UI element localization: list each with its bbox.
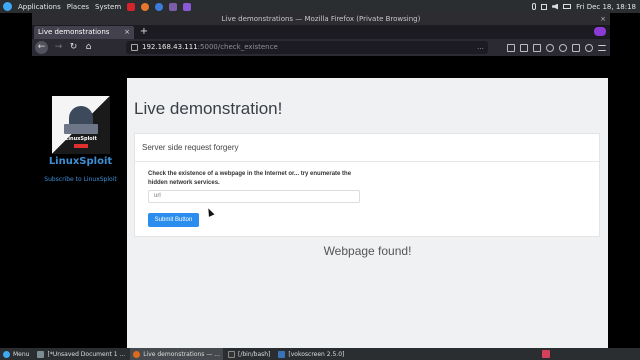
mouse-cursor-icon	[205, 207, 215, 217]
library-icon[interactable]	[520, 43, 528, 52]
url-path: :5000/check_existence	[197, 43, 278, 51]
submit-button[interactable]: Submit Button	[148, 213, 199, 227]
task-label: [/bin/bash]	[237, 350, 271, 358]
back-button[interactable]: ←	[35, 41, 48, 54]
tab-bar: Live demonstrations × +	[32, 25, 610, 39]
vokoscreen-icon	[278, 350, 286, 358]
network-icon[interactable]	[541, 3, 548, 10]
task-label: Live demonstrations — ...	[143, 350, 220, 358]
menu-label: Menu	[13, 350, 30, 358]
address-bar[interactable]: 192.168.43.111:5000/check_existence …	[126, 41, 488, 54]
youtube-icon	[74, 144, 88, 148]
window-close-button[interactable]: ×	[600, 13, 606, 25]
site-name[interactable]: LinuxSploit	[32, 156, 129, 167]
result-message: Webpage found!	[323, 244, 412, 258]
content-gap	[32, 56, 610, 78]
desktop: Applications Places System Fri Dec 18, 1…	[0, 0, 640, 360]
private-browsing-icon	[594, 27, 606, 36]
tab-live-demonstrations[interactable]: Live demonstrations ×	[34, 26, 134, 39]
toolbar-icons	[507, 41, 606, 54]
window-title-bar: Live demonstrations — Mozilla Firefox (P…	[32, 13, 610, 25]
new-tab-button[interactable]: +	[138, 25, 150, 39]
bluetooth-icon[interactable]	[532, 3, 537, 10]
task-vokoscreen[interactable]: [vokoscreen 2.5.0]	[275, 348, 347, 360]
reload-button[interactable]: ↻	[67, 41, 80, 54]
task-bash[interactable]: [/bin/bash]	[225, 348, 273, 360]
menu-icon	[3, 350, 10, 358]
navigation-bar: ← → ↻ ⌂ 192.168.43.111:5000/check_existe…	[32, 39, 610, 56]
main-content: Live demonstration! Server side request …	[127, 78, 608, 348]
laptop-icon	[64, 124, 98, 134]
avatar: LinuxSploit	[52, 96, 110, 154]
avatar-brand: LinuxSploit	[65, 136, 97, 142]
terminal-icon	[227, 350, 235, 358]
firefox-launcher-icon[interactable]	[141, 2, 150, 11]
url-host: 192.168.43.111	[142, 43, 198, 51]
terminal-launcher-icon[interactable]	[169, 2, 178, 11]
distro-logo-icon[interactable]	[3, 2, 12, 11]
url-input[interactable]: url	[148, 190, 360, 203]
hamburger-menu-icon[interactable]	[598, 44, 606, 51]
menu-button[interactable]: Menu	[0, 348, 32, 360]
workspace-switcher-icon[interactable]	[542, 350, 550, 358]
sidebar-icon[interactable]	[533, 43, 541, 52]
account-icon[interactable]	[546, 43, 554, 52]
system-menu[interactable]: System	[95, 3, 121, 11]
text-editor-icon	[37, 350, 45, 358]
tab-label: Live demonstrations	[38, 28, 110, 36]
shield-icon[interactable]	[572, 43, 580, 52]
battery-icon[interactable]	[563, 4, 572, 9]
ssrf-card: Server side request forgery Check the ex…	[134, 133, 600, 237]
task-live-demonstrations[interactable]: Live demonstrations — ...	[130, 348, 223, 360]
page-title: Live demonstration!	[134, 99, 283, 118]
taskbar: Menu [*Unsaved Document 1 ... Live demon…	[0, 348, 640, 360]
firefox-icon	[133, 350, 141, 358]
task-unsaved-document[interactable]: [*Unsaved Document 1 ...	[34, 348, 128, 360]
task-label: [*Unsaved Document 1 ...	[47, 350, 126, 358]
card-header: Server side request forgery	[135, 134, 599, 162]
addon-icon[interactable]	[585, 43, 593, 52]
applications-menu[interactable]: Applications	[18, 3, 61, 11]
pocket-icon[interactable]	[507, 43, 515, 52]
card-description: Check the existence of a webpage in the …	[148, 171, 352, 186]
app-launcher-icon[interactable]	[127, 2, 136, 11]
places-menu[interactable]: Places	[67, 3, 89, 11]
page-sidebar: LinuxSploit LinuxSploit Subscribe to Lin…	[32, 78, 127, 348]
volume-icon[interactable]	[552, 3, 559, 10]
home-button[interactable]: ⌂	[82, 41, 95, 54]
page-actions-icon[interactable]: …	[477, 41, 484, 54]
extension-icon[interactable]	[559, 43, 567, 52]
forward-button[interactable]: →	[52, 41, 65, 54]
window-title: Live demonstrations — Mozilla Firefox (P…	[221, 15, 421, 23]
subscribe-link[interactable]: Subscribe to LinuxSploit	[32, 176, 129, 183]
system-panel: Applications Places System Fri Dec 18, 1…	[0, 0, 640, 13]
clock[interactable]: Fri Dec 18, 18:18	[576, 3, 636, 11]
browser-launcher-icon[interactable]	[155, 2, 164, 11]
task-label: [vokoscreen 2.5.0]	[288, 350, 345, 358]
notes-launcher-icon[interactable]	[183, 2, 192, 11]
tab-close-icon[interactable]: ×	[124, 26, 130, 39]
web-page: LinuxSploit LinuxSploit Subscribe to Lin…	[32, 78, 610, 348]
page-info-icon[interactable]	[131, 44, 138, 51]
